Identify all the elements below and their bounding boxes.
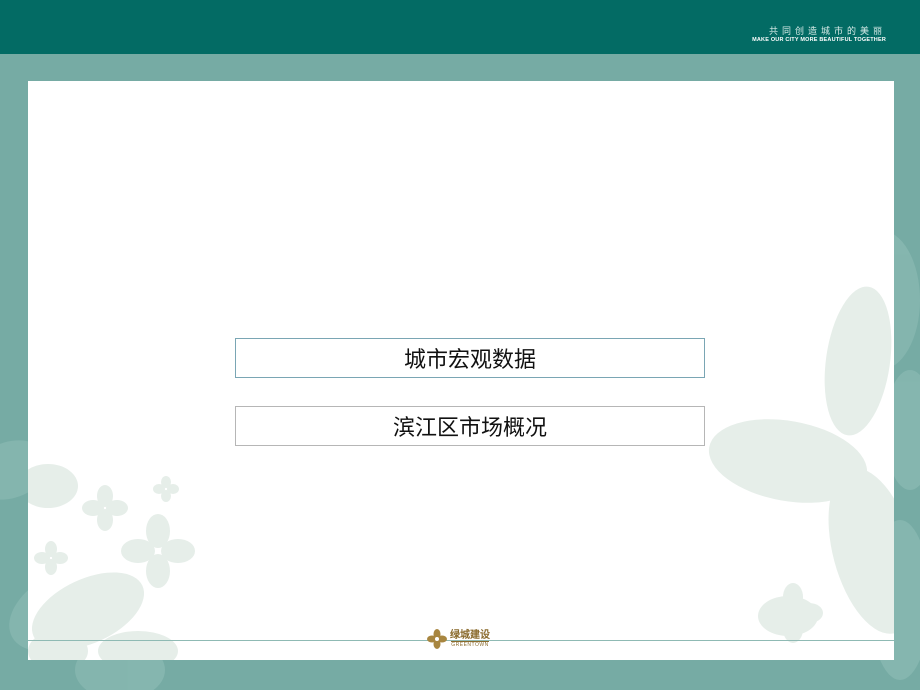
menu-item-label: 城市宏观数据 bbox=[403, 348, 536, 373]
logo-chinese-text: 绿城建设 bbox=[450, 629, 490, 641]
menu-item-label: 滨江区市场概况 bbox=[392, 416, 547, 441]
menu-item-city-macro-data[interactable]: 城市宏观数据 bbox=[235, 338, 705, 378]
greentown-logo: 绿城建设 GREENTOWN bbox=[426, 627, 490, 651]
greentown-clover-icon bbox=[427, 629, 447, 649]
logo-english-text: GREENTOWN bbox=[451, 640, 489, 648]
menu-item-binjiang-market-overview[interactable]: 滨江区市场概况 bbox=[235, 406, 705, 446]
logo-wordmark: 绿城建设 GREENTOWN bbox=[450, 630, 490, 649]
slide-canvas: 城市宏观数据 滨江区市场概况 绿城建设 GREENTOWN bbox=[28, 81, 894, 660]
